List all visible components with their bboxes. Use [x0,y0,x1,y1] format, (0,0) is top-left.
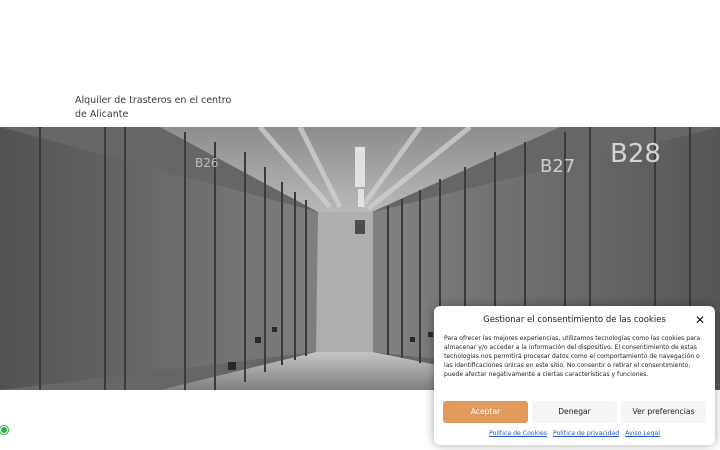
cookie-button-row: Aceptar Denegar Ver preferencias [443,401,706,423]
whatsapp-chat-icon[interactable] [0,426,8,434]
privacy-policy-link[interactable]: Política de privacidad [553,430,619,437]
cookie-policy-links: Política de Cookies Política de privacid… [434,429,715,438]
view-preferences-button[interactable]: Ver preferencias [621,401,706,423]
accept-button[interactable]: Aceptar [443,401,528,423]
cookie-dialog-title: Gestionar el consentimiento de las cooki… [483,315,666,325]
cookie-dialog-body: Para ofrecer las mejores experiencias, u… [444,335,701,379]
site-tagline: Alquiler de trasteros en el centro de Al… [75,95,232,120]
cookie-policy-link[interactable]: Política de Cookies [489,430,547,437]
cookie-consent-dialog: Gestionar el consentimiento de las cooki… [434,306,715,445]
close-icon[interactable]: ✕ [694,314,706,326]
legal-notice-link[interactable]: Aviso Legal [625,430,660,437]
deny-button[interactable]: Denegar [532,401,617,423]
